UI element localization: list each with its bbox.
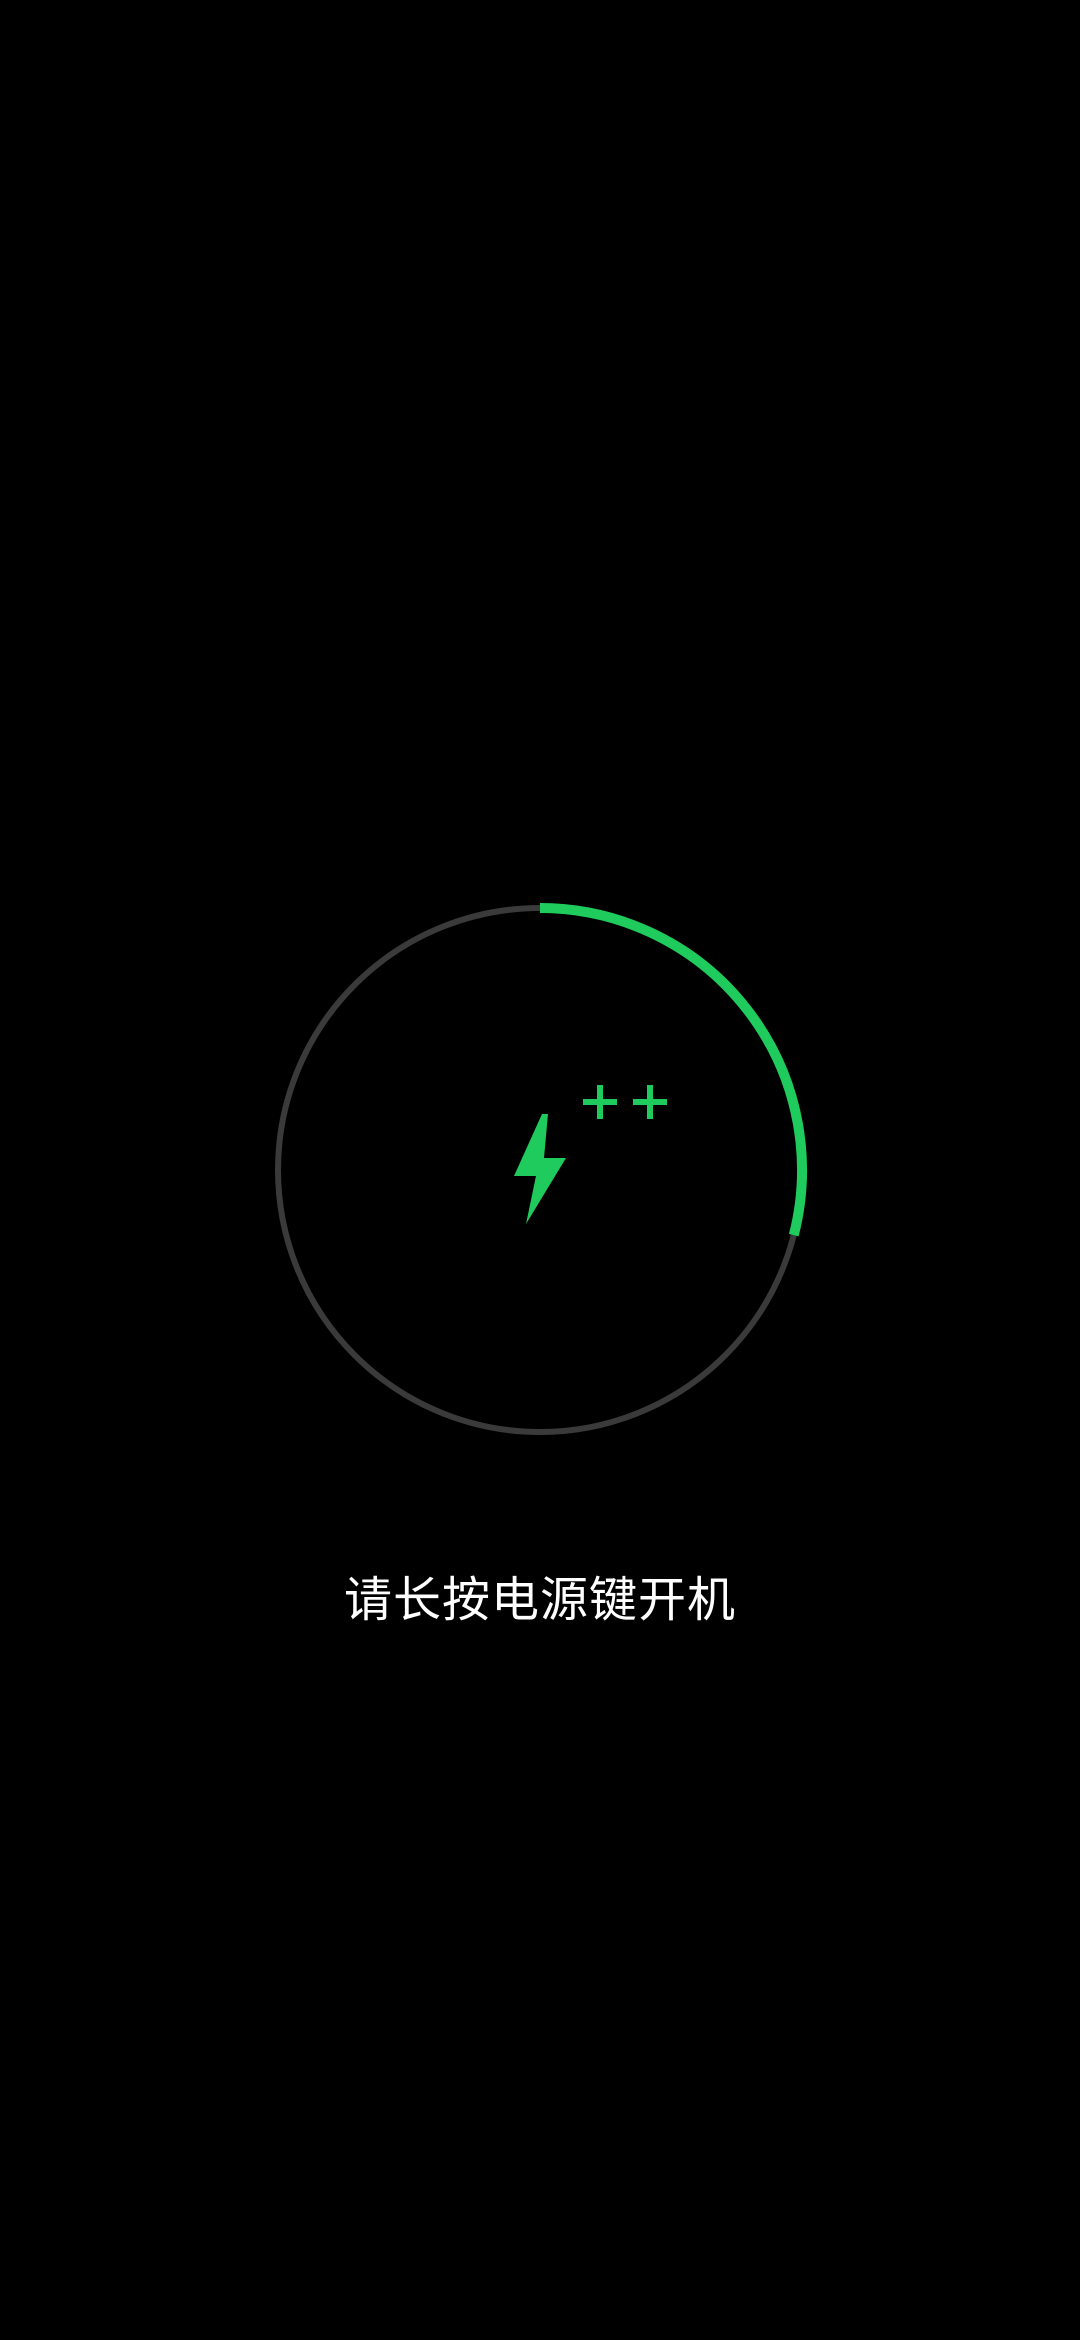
plus-icon: [633, 1085, 667, 1119]
plus-icon: [583, 1085, 617, 1119]
charge-ring-progress: [539, 903, 807, 1237]
fast-charge-indicator: [583, 1080, 667, 1124]
power-on-prompt: 请长按电源键开机: [343, 1572, 736, 1628]
lightning-bolt-icon: [512, 1114, 568, 1224]
